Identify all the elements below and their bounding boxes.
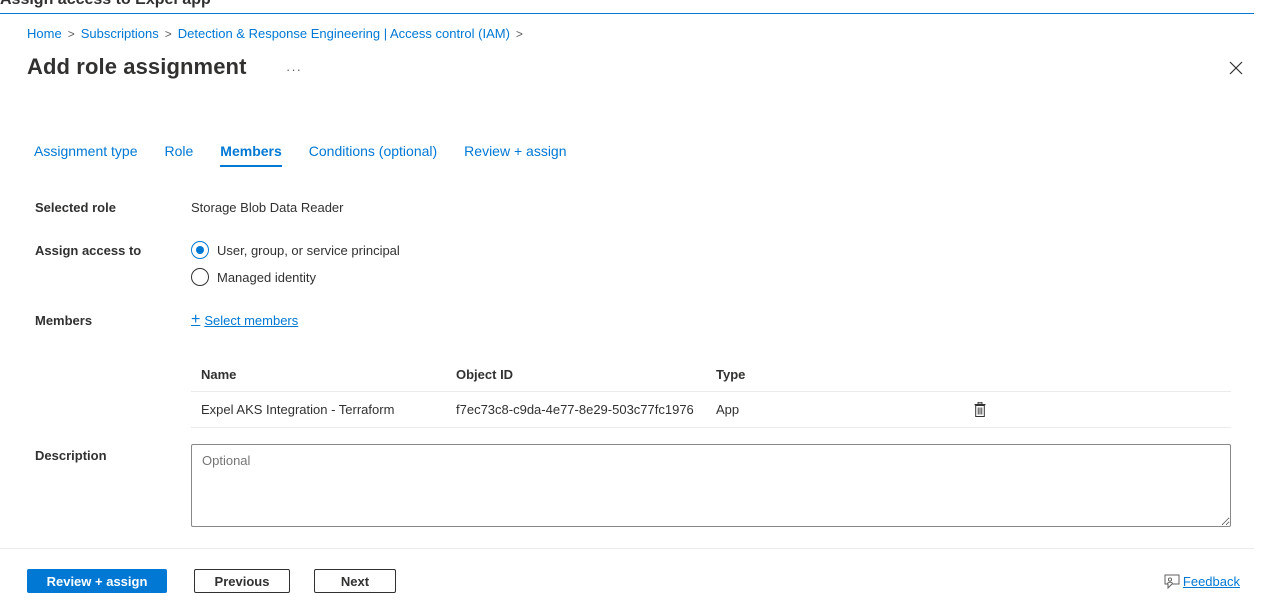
members-table: Name Object ID Type Expel AKS Integratio…	[191, 358, 1231, 428]
feedback-label: Feedback	[1182, 574, 1240, 589]
breadcrumb: Home > Subscriptions > Detection & Respo…	[27, 26, 529, 41]
feedback-icon	[1164, 574, 1180, 589]
select-members-label: Select members	[204, 312, 299, 328]
chevron-right-icon: >	[164, 26, 172, 41]
chevron-right-icon: >	[67, 26, 75, 41]
member-type: App	[716, 402, 740, 417]
column-header-object-id[interactable]: Object ID	[456, 367, 716, 382]
review-assign-button[interactable]: Review + assign	[27, 569, 167, 593]
plus-icon: +	[191, 311, 201, 328]
chevron-right-icon: >	[515, 26, 523, 41]
table-header: Name Object ID Type	[191, 358, 1231, 392]
description-label: Description	[35, 448, 107, 463]
more-options-icon[interactable]: ···	[286, 62, 302, 77]
wizard-tabs: Assignment type Role Members Conditions …	[34, 143, 594, 167]
member-object-id: f7ec73c8-c9da-4e77-8e29-503c77fc1976	[456, 402, 694, 417]
breadcrumb-iam[interactable]: Detection & Response Engineering | Acces…	[178, 26, 510, 41]
description-input[interactable]	[191, 444, 1231, 527]
tab-role[interactable]: Role	[165, 143, 194, 166]
table-row: Expel AKS Integration - Terraform f7ec73…	[191, 392, 1231, 428]
tab-members[interactable]: Members	[220, 143, 283, 167]
selected-role-label: Selected role	[35, 200, 116, 215]
window-title: Assign access to Expel app	[0, 0, 211, 9]
radio-selected-icon	[191, 241, 209, 259]
selected-role-value: Storage Blob Data Reader	[191, 200, 344, 215]
window-title-strip: Assign access to Expel app	[0, 0, 1254, 14]
radio-user-group-sp[interactable]: User, group, or service principal	[191, 241, 400, 259]
member-name: Expel AKS Integration - Terraform	[201, 402, 395, 417]
column-header-name[interactable]: Name	[191, 367, 456, 382]
assign-access-label: Assign access to	[35, 243, 142, 258]
previous-button[interactable]: Previous	[194, 569, 290, 593]
tab-conditions[interactable]: Conditions (optional)	[309, 143, 437, 166]
radio-user-group-sp-label: User, group, or service principal	[217, 242, 400, 258]
close-icon[interactable]	[1228, 60, 1244, 76]
select-members-link[interactable]: + Select members	[191, 312, 298, 328]
members-label: Members	[35, 313, 93, 328]
tab-assignment-type[interactable]: Assignment type	[34, 143, 138, 166]
trash-icon[interactable]	[974, 402, 986, 417]
page-title: Add role assignment	[27, 54, 247, 79]
column-header-type[interactable]: Type	[716, 367, 974, 382]
radio-managed-identity-label: Managed identity	[217, 269, 317, 285]
feedback-link[interactable]: Feedback	[1164, 574, 1240, 589]
breadcrumb-subscriptions[interactable]: Subscriptions	[81, 26, 159, 41]
radio-unselected-icon	[191, 268, 209, 286]
footer-divider	[0, 548, 1254, 549]
breadcrumb-home[interactable]: Home	[27, 26, 62, 41]
radio-managed-identity[interactable]: Managed identity	[191, 268, 316, 286]
next-button[interactable]: Next	[314, 569, 396, 593]
tab-review-assign[interactable]: Review + assign	[464, 143, 566, 166]
